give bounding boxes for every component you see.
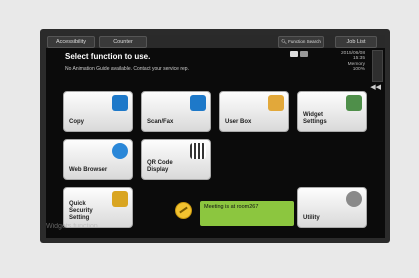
user-box-tile[interactable]: User Box: [219, 91, 289, 132]
toolbox-icon: [346, 95, 362, 111]
job-list-button[interactable]: Job List: [335, 36, 377, 48]
top-bar: Accessibility Counter 🔍︎ Function Search…: [46, 35, 385, 48]
side-toolbar[interactable]: [372, 50, 383, 82]
page-title: Select function to use.: [65, 52, 151, 61]
wrench-icon: [346, 191, 362, 207]
utility-tile[interactable]: Utility: [297, 187, 367, 228]
qr-code-display-label: QR Code Display: [147, 160, 173, 173]
widget-settings-label: Widget Settings: [303, 112, 327, 125]
widgets-function-caption: Widgets function: [46, 223, 98, 230]
globe-icon: [112, 143, 128, 159]
copy-icon: [112, 95, 128, 111]
web-browser-tile[interactable]: Web Browser: [63, 139, 133, 180]
chevron-left-icon[interactable]: ◀◀: [370, 83, 381, 91]
lock-icon: [112, 191, 128, 207]
copy-label: Copy: [69, 119, 84, 125]
search-icon: 🔍︎: [281, 39, 287, 44]
quick-security-tile[interactable]: Quick Security Setting: [63, 187, 133, 228]
page-subtitle: No Animation Guide available. Contact yo…: [65, 66, 189, 72]
quick-security-label: Quick Security Setting: [69, 201, 93, 221]
function-search-label: Function Search: [288, 39, 321, 44]
utility-label: Utility: [303, 215, 320, 221]
scan-fax-label: Scan/Fax: [147, 119, 174, 125]
scan-fax-tile[interactable]: Scan/Fax: [141, 91, 211, 132]
control-panel-screen: Accessibility Counter 🔍︎ Function Search…: [46, 35, 385, 238]
user-box-label: User Box: [225, 119, 252, 125]
user-box-icon: [268, 95, 284, 111]
date-time-memory: 2015/06/08 15:35 Memory 100%: [341, 51, 365, 73]
memory-value: 100%: [352, 67, 365, 73]
widget-settings-tile[interactable]: Widget Settings: [297, 91, 367, 132]
pushpin-icon: [175, 202, 192, 219]
qr-code-icon: [190, 143, 206, 159]
web-browser-label: Web Browser: [69, 167, 108, 173]
scan-fax-icon: [190, 95, 206, 111]
counter-button[interactable]: Counter: [99, 36, 147, 48]
meeting-widget[interactable]: Meeting is at room267: [200, 201, 294, 226]
status-info-icon: [300, 51, 308, 57]
copy-tile[interactable]: Copy: [63, 91, 133, 132]
function-search-button[interactable]: 🔍︎ Function Search: [278, 36, 324, 48]
network-status-icon: [290, 51, 298, 57]
qr-code-display-tile[interactable]: QR Code Display: [141, 139, 211, 180]
accessibility-button[interactable]: Accessibility: [47, 36, 95, 48]
meeting-text: Meeting is at room267: [204, 204, 259, 210]
